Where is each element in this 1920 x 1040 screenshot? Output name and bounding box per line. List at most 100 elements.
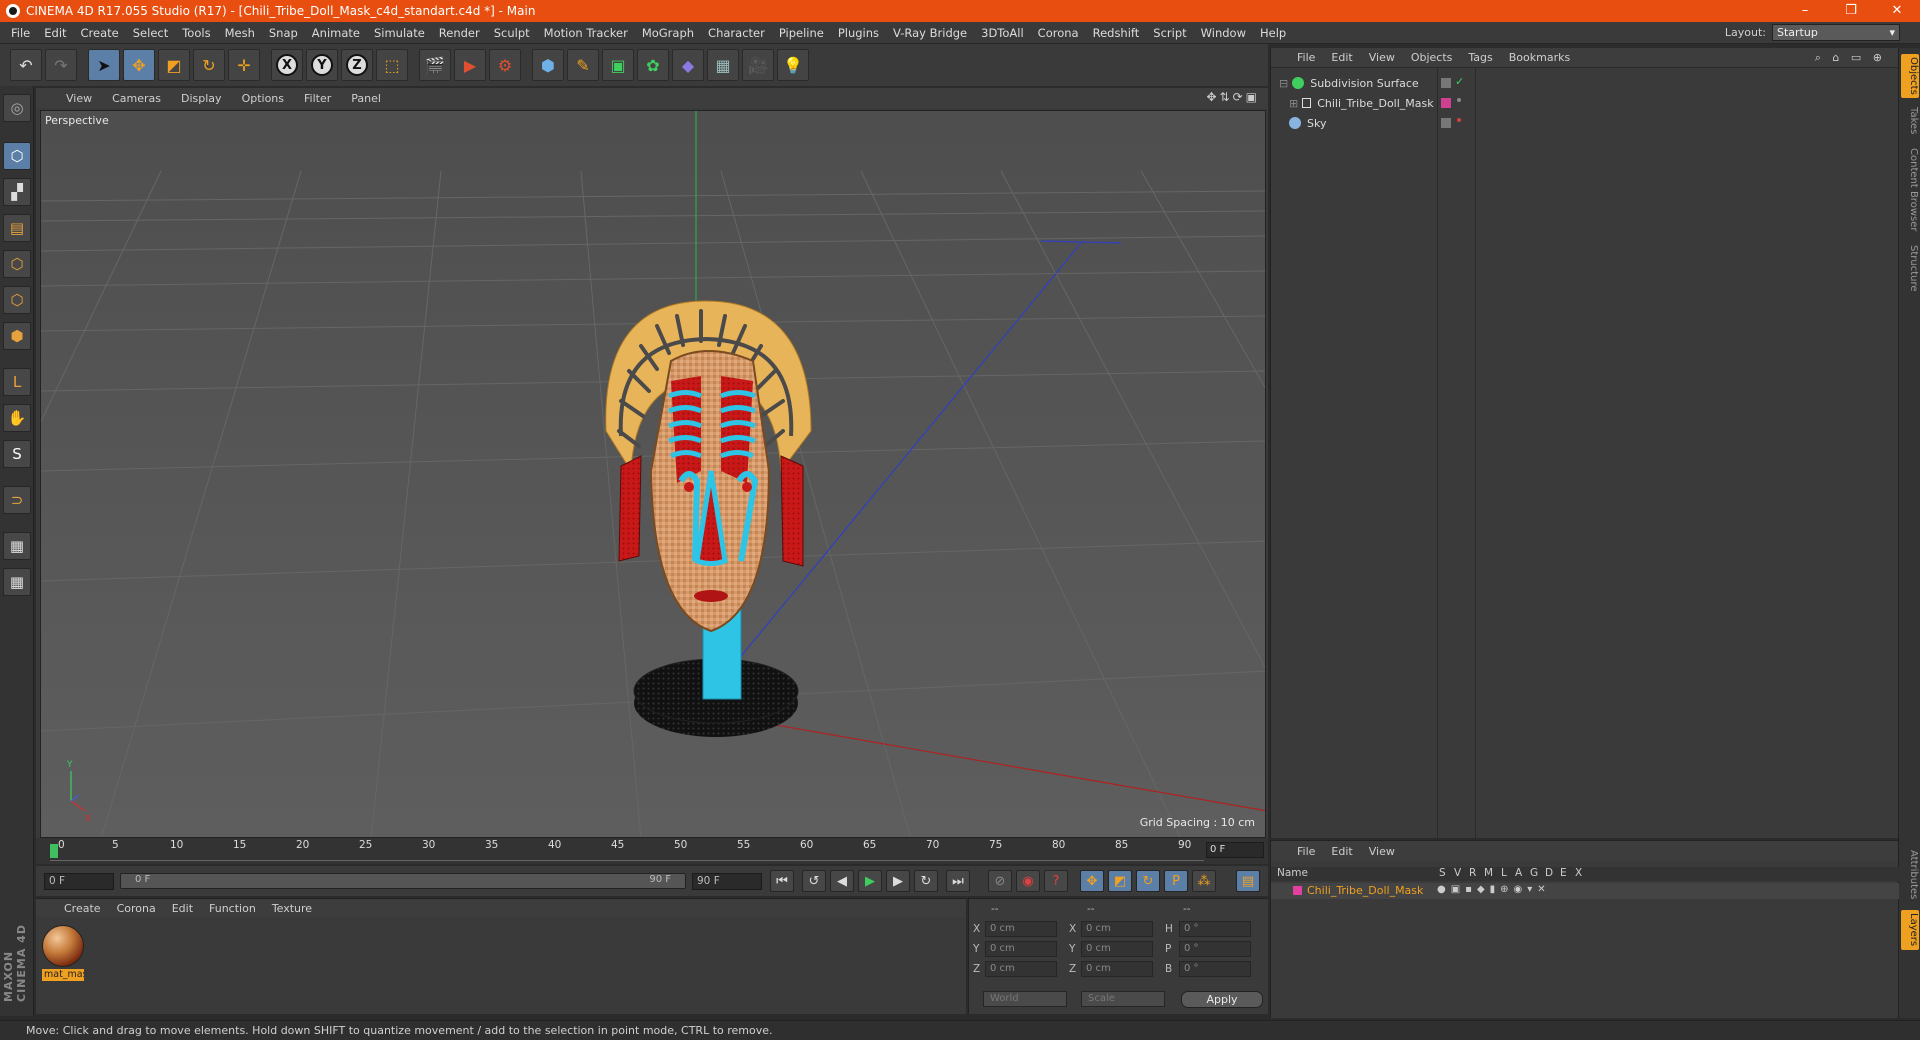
workplane-icon[interactable]: ▤ bbox=[3, 214, 31, 242]
make-editable-icon[interactable]: ◎ bbox=[3, 94, 31, 122]
layer-row[interactable]: Chili_Tribe_Doll_Mask ●▣▪◆▮⊕◉▾✕ bbox=[1271, 883, 1899, 899]
key-position-icon[interactable]: ✥ bbox=[1080, 870, 1104, 892]
go-to-start-icon[interactable]: ⏮ bbox=[770, 870, 794, 892]
next-key-icon[interactable]: ↻ bbox=[914, 870, 938, 892]
rotation-b-field[interactable]: 0 ° bbox=[1179, 961, 1251, 977]
pen-icon[interactable]: ✎ bbox=[567, 49, 599, 81]
menu-pipeline[interactable]: Pipeline bbox=[772, 26, 831, 40]
menu-edit[interactable]: Edit bbox=[37, 26, 73, 40]
rotate-icon[interactable]: ↻ bbox=[193, 49, 225, 81]
size-y-field[interactable]: 0 cm bbox=[1081, 941, 1153, 957]
tab-objects[interactable]: Objects bbox=[1901, 54, 1919, 98]
maximize-button[interactable]: ❐ bbox=[1828, 0, 1874, 22]
layer-color-tag[interactable] bbox=[1441, 98, 1451, 108]
enabled-check-icon[interactable]: ✓ bbox=[1455, 75, 1464, 88]
edit-toggle-icon[interactable] bbox=[1441, 78, 1451, 88]
texture-mode-icon[interactable]: ▞ bbox=[3, 178, 31, 206]
apply-button[interactable]: Apply bbox=[1181, 991, 1263, 1008]
floor-icon[interactable]: ▦ bbox=[707, 49, 739, 81]
menu-plugins[interactable]: Plugins bbox=[831, 26, 886, 40]
menu-window[interactable]: Window bbox=[1194, 26, 1253, 40]
menu-animate[interactable]: Animate bbox=[305, 26, 367, 40]
size-x-field[interactable]: 0 cm bbox=[1081, 921, 1153, 937]
visibility-dot-icon[interactable] bbox=[1457, 118, 1461, 122]
record-keys-icon[interactable]: ⊘ bbox=[988, 870, 1012, 892]
deformer-icon[interactable]: ◆ bbox=[672, 49, 704, 81]
menu-select[interactable]: Select bbox=[126, 26, 175, 40]
viewport-menu-panel[interactable]: Panel bbox=[341, 92, 391, 105]
rotation-p-field[interactable]: 0 ° bbox=[1179, 941, 1251, 957]
render-picture-queue-icon[interactable]: ▶ bbox=[454, 49, 486, 81]
edges-mode-icon[interactable]: ⬡ bbox=[3, 286, 31, 314]
go-to-end-icon[interactable]: ⏭ bbox=[946, 870, 970, 892]
position-x-field[interactable]: 0 cm bbox=[985, 921, 1057, 937]
next-frame-icon[interactable]: ▶ bbox=[886, 870, 910, 892]
menu-create[interactable]: Create bbox=[74, 26, 126, 40]
menu-simulate[interactable]: Simulate bbox=[367, 26, 432, 40]
key-rotation-icon[interactable]: ↻ bbox=[1136, 870, 1160, 892]
key-parameter-icon[interactable]: P bbox=[1164, 870, 1188, 892]
tab-layers[interactable]: Layers bbox=[1901, 910, 1919, 950]
play-icon[interactable]: ▶ bbox=[858, 870, 882, 892]
camera-icon[interactable]: 🎥 bbox=[742, 49, 774, 81]
object-row-subdivision[interactable]: ⊟ Subdivision Surface bbox=[1271, 74, 1899, 92]
3d-viewport[interactable]: Perspective Grid Spacing : 10 cm Y X bbox=[40, 110, 1266, 838]
end-frame-field[interactable]: 90 F bbox=[692, 873, 762, 890]
menu-motion-tracker[interactable]: Motion Tracker bbox=[537, 26, 635, 40]
om-menu-bookmarks[interactable]: Bookmarks bbox=[1501, 51, 1578, 64]
om-menu-objects[interactable]: Objects bbox=[1403, 51, 1461, 64]
tweak-mode-icon[interactable]: ✋ bbox=[3, 404, 31, 432]
size-z-field[interactable]: 0 cm bbox=[1081, 961, 1153, 977]
menu-mograph[interactable]: MoGraph bbox=[635, 26, 701, 40]
current-frame-field[interactable]: 0 F bbox=[1206, 842, 1264, 858]
z-axis-icon[interactable]: Z bbox=[341, 49, 373, 81]
material-menu-create[interactable]: Create bbox=[56, 902, 109, 915]
om-menu-tags[interactable]: Tags bbox=[1460, 51, 1500, 64]
timeline-ruler[interactable]: 0 5 10 15 20 25 30 35 40 45 50 55 60 65 … bbox=[36, 838, 1268, 864]
menu-tools[interactable]: Tools bbox=[175, 26, 217, 40]
viewport-menu-filter[interactable]: Filter bbox=[294, 92, 341, 105]
material-menu-function[interactable]: Function bbox=[201, 902, 264, 915]
menu-redshift[interactable]: Redshift bbox=[1086, 26, 1147, 40]
object-row-sky[interactable]: Sky bbox=[1271, 114, 1899, 132]
menu-vray-bridge[interactable]: V-Ray Bridge bbox=[886, 26, 974, 40]
coord-space-select[interactable]: World bbox=[983, 991, 1067, 1007]
points-mode-icon[interactable]: ⬡ bbox=[3, 250, 31, 278]
cloner-icon[interactable]: ✿ bbox=[637, 49, 669, 81]
tab-attributes[interactable]: Attributes bbox=[1901, 846, 1919, 904]
menu-render[interactable]: Render bbox=[432, 26, 487, 40]
frame-range-slider[interactable]: 0 F 90 F bbox=[120, 873, 686, 889]
rotation-h-field[interactable]: 0 ° bbox=[1179, 921, 1251, 937]
scale-icon[interactable]: ◩ bbox=[158, 49, 190, 81]
snap-icon[interactable]: S bbox=[3, 440, 31, 468]
edit-render-settings-icon[interactable]: ⚙ bbox=[489, 49, 521, 81]
material-menu-edit[interactable]: Edit bbox=[164, 902, 201, 915]
material-menu-texture[interactable]: Texture bbox=[264, 902, 320, 915]
light-icon[interactable]: 💡 bbox=[777, 49, 809, 81]
move-icon[interactable]: ✥ bbox=[123, 49, 155, 81]
viewport-menu-options[interactable]: Options bbox=[232, 92, 294, 105]
tab-content-browser[interactable]: Content Browser bbox=[1901, 144, 1919, 236]
om-menu-view[interactable]: View bbox=[1361, 51, 1403, 64]
grid-rotate-icon[interactable]: ▦ bbox=[3, 568, 31, 596]
om-menu-edit[interactable]: Edit bbox=[1323, 51, 1360, 64]
om-menu-file[interactable]: File bbox=[1289, 51, 1323, 64]
lm-menu-view[interactable]: View bbox=[1361, 845, 1403, 858]
edit-toggle-icon[interactable] bbox=[1441, 118, 1451, 128]
workplane-lock-icon[interactable]: ▦ bbox=[3, 532, 31, 560]
menu-snap[interactable]: Snap bbox=[262, 26, 305, 40]
start-frame-field[interactable]: 0 F bbox=[44, 873, 114, 890]
viewport-nav-icons[interactable]: ✥⇅⟳▣ bbox=[1206, 90, 1260, 104]
y-axis-icon[interactable]: Y bbox=[306, 49, 338, 81]
lm-menu-file[interactable]: File bbox=[1289, 845, 1323, 858]
object-row-mask[interactable]: ⊞ Chili_Tribe_Doll_Mask bbox=[1271, 94, 1899, 112]
axis-mode-icon[interactable]: L bbox=[3, 368, 31, 396]
key-scale-icon[interactable]: ◩ bbox=[1108, 870, 1132, 892]
undo-icon[interactable]: ↶ bbox=[10, 49, 42, 81]
viewport-menu-cameras[interactable]: Cameras bbox=[102, 92, 171, 105]
tab-structure[interactable]: Structure bbox=[1901, 242, 1919, 294]
magnet-icon[interactable]: ⊃ bbox=[3, 486, 31, 514]
layer-color-swatch[interactable] bbox=[1293, 886, 1302, 895]
coord-system-icon[interactable]: ⬚ bbox=[376, 49, 408, 81]
keyframe-selection-icon[interactable]: ? bbox=[1044, 870, 1068, 892]
